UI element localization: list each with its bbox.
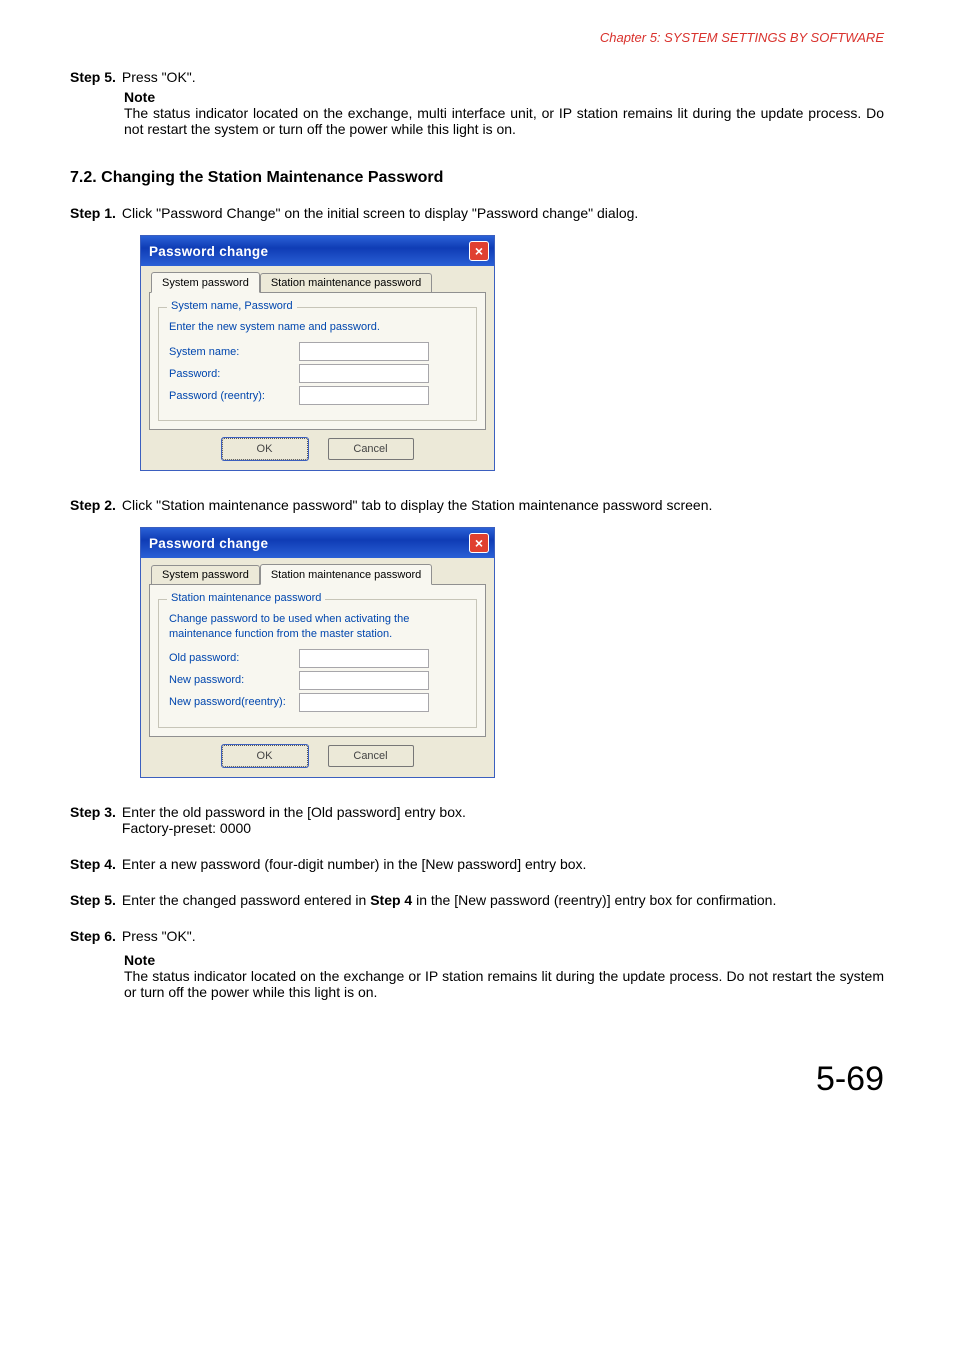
note-text: The status indicator located on the exch…	[124, 105, 884, 137]
tab-station-maintenance-password[interactable]: Station maintenance password	[260, 564, 432, 585]
step-label: Step 4.	[70, 856, 116, 872]
step-label: Step 1.	[70, 205, 116, 221]
form-row: System name:	[169, 342, 466, 361]
system-name-input[interactable]	[299, 342, 429, 361]
dialog-titlebar: Password change ×	[141, 236, 494, 266]
password-input[interactable]	[299, 364, 429, 383]
page-number: 5-69	[70, 1060, 884, 1099]
dialog-title: Password change	[149, 536, 268, 551]
dialog-wrap: Password change × System password Statio…	[140, 527, 884, 778]
step3-line2: Factory-preset: 0000	[122, 820, 251, 836]
dialog-body: System password Station maintenance pass…	[141, 558, 494, 777]
step-row: Step 5. Enter the changed password enter…	[70, 892, 884, 908]
groupbox-title: Station maintenance password	[167, 592, 325, 604]
step-body: Enter the old password in the [Old passw…	[122, 804, 884, 836]
note-title: Note	[124, 89, 884, 105]
step-label: Step 6.	[70, 928, 116, 944]
note-title: Note	[124, 952, 884, 968]
step-row: Step 6. Press "OK".	[70, 928, 884, 944]
step-body: Click "Station maintenance password" tab…	[122, 497, 884, 513]
close-icon[interactable]: ×	[469, 533, 489, 553]
step-row: Step 4. Enter a new password (four-digit…	[70, 856, 884, 872]
form-row: New password:	[169, 671, 466, 690]
step-body: Click "Password Change" on the initial s…	[122, 205, 884, 221]
form-row: New password(reentry):	[169, 693, 466, 712]
label-old-password: Old password:	[169, 652, 299, 664]
step-row: Step 2. Click "Station maintenance passw…	[70, 497, 884, 513]
new-password-reentry-input[interactable]	[299, 693, 429, 712]
form-row: Old password:	[169, 649, 466, 668]
cancel-button[interactable]: Cancel	[328, 438, 414, 460]
close-icon[interactable]: ×	[469, 241, 489, 261]
tab-system-password[interactable]: System password	[151, 272, 260, 293]
label-password: Password:	[169, 368, 299, 380]
old-password-input[interactable]	[299, 649, 429, 668]
dialog-wrap: Password change × System password Statio…	[140, 235, 884, 471]
step-body: Press "OK".	[122, 69, 884, 85]
tabstrip: System password Station maintenance pass…	[149, 272, 486, 293]
tab-station-maintenance-password[interactable]: Station maintenance password	[260, 273, 432, 292]
groupbox-desc: Change password to be used when activati…	[169, 612, 466, 641]
step-label: Step 5.	[70, 892, 116, 908]
dialog-body: System password Station maintenance pass…	[141, 266, 494, 470]
ok-button[interactable]: OK	[222, 745, 308, 767]
groupbox-title: System name, Password	[167, 300, 297, 312]
step-label: Step 3.	[70, 804, 116, 836]
note-block: Note The status indicator located on the…	[124, 952, 884, 1000]
tabstrip: System password Station maintenance pass…	[149, 564, 486, 585]
dialog-title: Password change	[149, 244, 268, 259]
note-text: The status indicator located on the exch…	[124, 968, 884, 1000]
label-new-password: New password:	[169, 674, 299, 686]
groupbox-station-maintenance-password: Station maintenance password Change pass…	[158, 599, 477, 728]
form-row: Password:	[169, 364, 466, 383]
dialog-buttons: OK Cancel	[149, 737, 486, 769]
step5-suffix: in the [New password (reentry)] entry bo…	[412, 892, 776, 908]
step-row: Step 1. Click "Password Change" on the i…	[70, 205, 884, 221]
label-password-reentry: Password (reentry):	[169, 390, 299, 402]
dialog-titlebar: Password change ×	[141, 528, 494, 558]
dialog-buttons: OK Cancel	[149, 430, 486, 462]
groupbox-desc: Enter the new system name and password.	[169, 320, 466, 334]
ok-button[interactable]: OK	[222, 438, 308, 460]
step-body: Enter a new password (four-digit number)…	[122, 856, 884, 872]
password-change-dialog: Password change × System password Statio…	[140, 527, 495, 778]
step3-line1: Enter the old password in the [Old passw…	[122, 804, 466, 820]
groupbox-system-name-password: System name, Password Enter the new syst…	[158, 307, 477, 421]
step5-prefix: Enter the changed password entered in	[122, 892, 370, 908]
tab-panel: Station maintenance password Change pass…	[149, 585, 486, 737]
label-system-name: System name:	[169, 346, 299, 358]
step-body: Enter the changed password entered in St…	[122, 892, 884, 908]
step-row: Step 5. Press "OK".	[70, 69, 884, 85]
password-change-dialog: Password change × System password Statio…	[140, 235, 495, 471]
tab-panel: System name, Password Enter the new syst…	[149, 293, 486, 430]
step5-bold: Step 4	[370, 892, 412, 908]
form-row: Password (reentry):	[169, 386, 466, 405]
chapter-header: Chapter 5: SYSTEM SETTINGS BY SOFTWARE	[70, 30, 884, 45]
new-password-input[interactable]	[299, 671, 429, 690]
label-new-password-reentry: New password(reentry):	[169, 696, 299, 708]
section-heading: 7.2. Changing the Station Maintenance Pa…	[70, 169, 884, 187]
note-block: Note The status indicator located on the…	[124, 89, 884, 137]
password-reentry-input[interactable]	[299, 386, 429, 405]
step-label: Step 5.	[70, 69, 116, 85]
step-row: Step 3. Enter the old password in the [O…	[70, 804, 884, 836]
tab-system-password[interactable]: System password	[151, 565, 260, 584]
cancel-button[interactable]: Cancel	[328, 745, 414, 767]
step-body: Press "OK".	[122, 928, 884, 944]
step-label: Step 2.	[70, 497, 116, 513]
